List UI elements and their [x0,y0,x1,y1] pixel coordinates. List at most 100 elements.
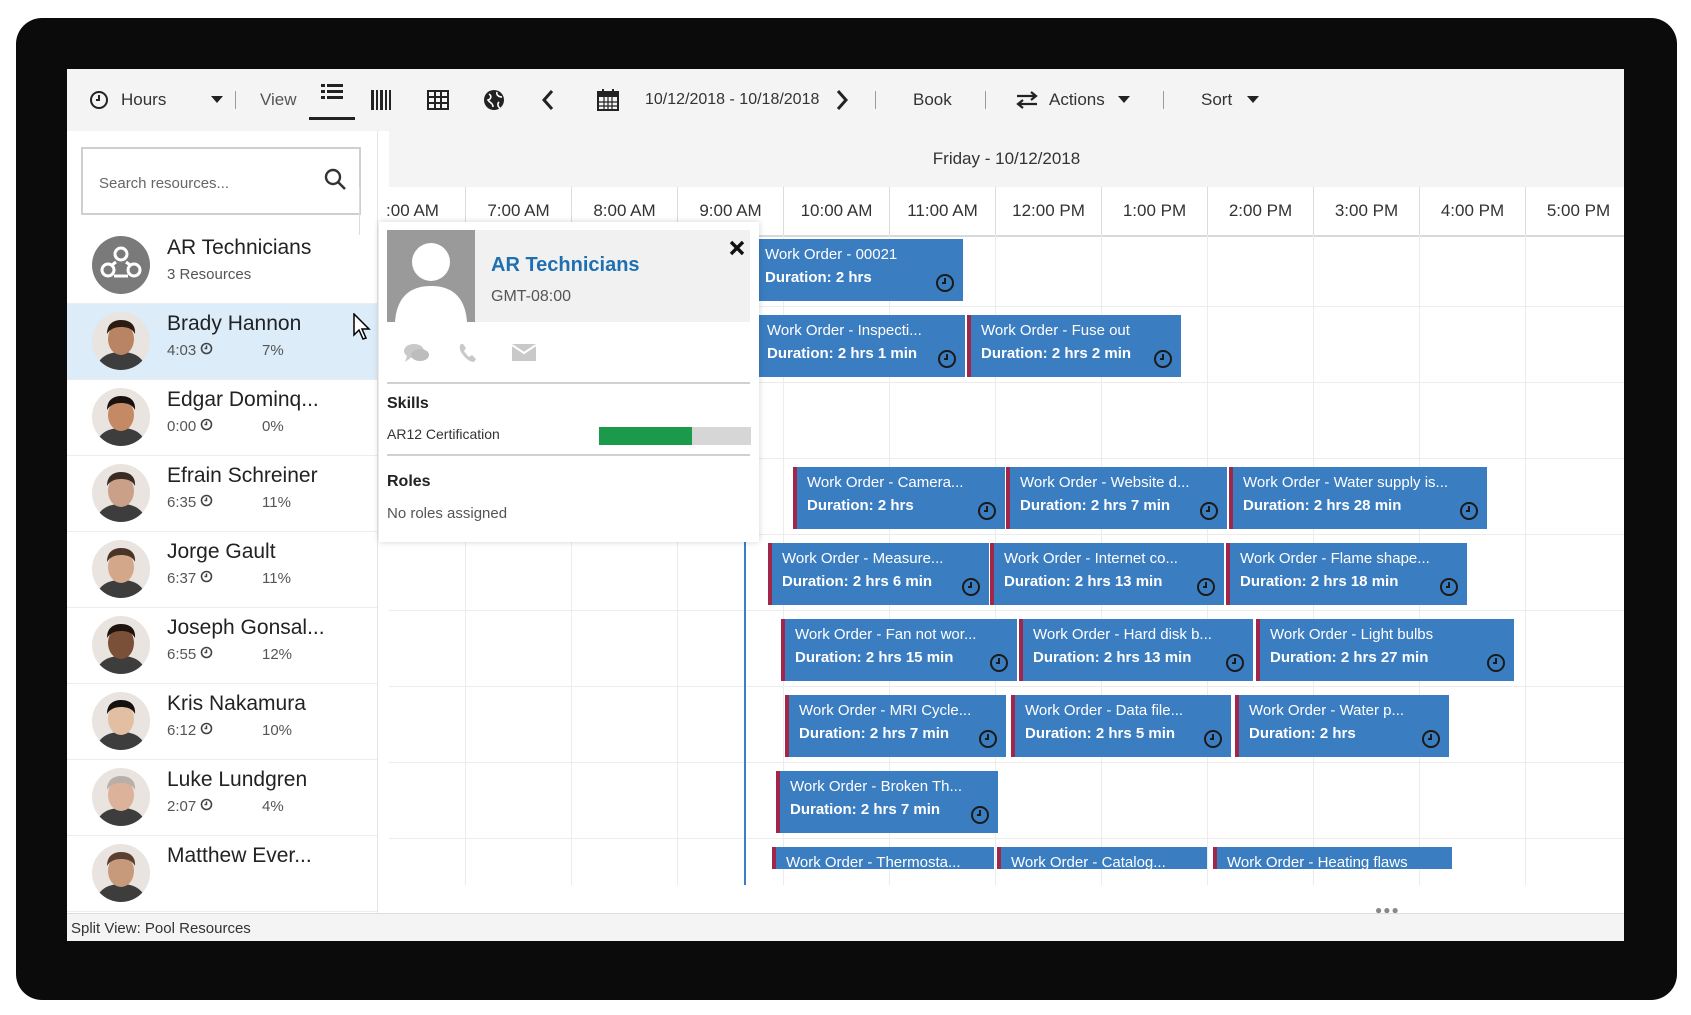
booking-block[interactable]: Work Order - Data file... Duration: 2 hrs… [1011,695,1231,757]
booking-title: Work Order - Data file... [1025,702,1184,719]
clock-icon [200,646,213,659]
booking-block[interactable]: Work Order - Water supply is... Duration:… [1229,467,1487,529]
booking-block[interactable]: Work Order - Water p... Duration: 2 hrs [1235,695,1449,757]
booking-title: Work Order - Flame shape... [1240,550,1430,567]
toolbar-separator [985,91,986,109]
hour-gridline [1525,235,1526,885]
status-text: Split View: Pool Resources [71,920,251,937]
skill-level-bar [599,427,751,445]
table-icon [427,90,449,110]
book-button[interactable]: Book [913,69,952,131]
booking-title: Work Order - Catalog... [1011,854,1166,869]
clock-icon [200,570,213,583]
booking-block[interactable]: Work Order - Fuse out Duration: 2 hrs 2 m… [967,315,1181,377]
resource-name: Brady Hannon [167,312,302,335]
resource-row[interactable]: Edgar Dominq... 0:00 0% [67,380,377,456]
chevron-right-icon [836,90,849,110]
booking-duration: Duration: 2 hrs [807,497,914,514]
search-icon[interactable] [323,167,347,191]
booking-block[interactable]: Work Order - 00021 Duration: 2 hrs [751,239,963,301]
booking-duration: Duration: 2 hrs 27 min [1270,649,1429,666]
current-time-line [744,521,746,885]
resource-row[interactable]: Matthew Ever... [67,836,377,912]
card-resource-name[interactable]: AR Technicians [491,254,640,277]
clock-icon [200,798,213,811]
mouse-cursor-icon [353,313,371,340]
resource-hours: 6:35 [167,494,213,511]
clock-icon [1197,578,1215,596]
card-timezone: GMT-08:00 [491,288,572,305]
booking-title: Work Order - MRI Cycle... [799,702,972,719]
hour-column-header: 12:00 PM [995,187,1101,235]
schedule-board-window: Hours View 10/12/2018 - 10/18/2018 Book [67,69,1624,941]
phone-icon[interactable] [457,342,479,364]
person-photo-icon [96,700,146,750]
next-range-button[interactable] [835,69,849,131]
roles-heading: Roles [387,473,431,490]
resource-name: AR Technicians [167,236,312,259]
roles-text: No roles assigned [387,505,508,522]
resource-row[interactable]: Brady Hannon 4:03 7% [67,304,377,380]
resource-name: Matthew Ever... [167,844,312,867]
booking-block[interactable]: Work Order - Heating flaws [1213,847,1452,869]
map-view-button[interactable] [483,69,505,131]
close-icon[interactable] [729,240,745,256]
booking-block[interactable]: Work Order - Light bulbs Duration: 2 hrs … [1256,619,1514,681]
resource-row[interactable]: Kris Nakamura 6:12 10% [67,684,377,760]
chat-icon[interactable] [403,342,431,364]
skills-heading: Skills [387,395,429,412]
clock-icon [936,274,954,292]
sort-dropdown[interactable]: Sort [1201,69,1260,131]
resource-name: Luke Lundgren [167,768,308,791]
email-icon[interactable] [511,342,537,362]
booking-block[interactable]: Work Order - MRI Cycle... Duration: 2 hrs… [785,695,1006,757]
resource-hours: 0:00 [167,418,213,435]
booking-block[interactable]: Work Order - Measure... Duration: 2 hrs 6… [768,543,989,605]
resource-row[interactable]: Joseph Gonsal... 6:55 12% [67,608,377,684]
resource-hours: 6:55 [167,646,213,663]
resource-hours: 2:07 [167,798,213,815]
booking-block[interactable]: Work Order - Fan not wor... Duration: 2 h… [781,619,1017,681]
booking-block[interactable]: Work Order - Catalog... [997,847,1207,869]
clock-icon [962,578,980,596]
booking-title: Work Order - Measure... [782,550,944,567]
hour-column-header: 11:00 AM [889,187,995,235]
actions-dropdown[interactable]: Actions [1015,69,1131,131]
hours-dropdown[interactable]: Hours [89,69,224,131]
booking-block[interactable]: Work Order - Hard disk b... Duration: 2 h… [1019,619,1253,681]
resource-hours: 6:37 [167,570,213,587]
booking-block[interactable]: Work Order - Flame shape... Duration: 2 h… [1226,543,1467,605]
resource-row[interactable]: Efrain Schreiner 6:35 11% [67,456,377,532]
person-photo-icon [96,624,146,674]
booking-title: Work Order - Website d... [1020,474,1190,491]
search-input[interactable] [97,167,311,199]
person-photo-icon [96,320,146,370]
skill-level-fill [599,427,692,445]
toolbar: Hours View 10/12/2018 - 10/18/2018 Book [67,69,1624,131]
booking-duration: Duration: 2 hrs 18 min [1240,573,1399,590]
resource-name: Kris Nakamura [167,692,306,715]
resource-row[interactable]: Jorge Gault 6:37 11% [67,532,377,608]
booking-title: Work Order - Light bulbs [1270,626,1434,643]
card-header: AR Technicians GMT-08:00 [387,230,750,322]
resource-row[interactable]: AR Technicians 3 Resources [67,228,377,304]
hours-label: Hours [121,90,167,109]
booking-block[interactable]: Work Order - Website d... Duration: 2 hrs… [1006,467,1227,529]
booking-block[interactable]: Work Order - Inspecti... Duration: 2 hrs … [753,315,965,377]
booking-block[interactable]: Work Order - Broken Th... Duration: 2 hrs… [776,771,998,833]
clock-icon [1226,654,1244,672]
grid-view-button[interactable] [427,69,449,131]
booking-block[interactable]: Work Order - Thermosta... [772,847,994,869]
vertical-view-button[interactable] [370,69,392,131]
booking-duration: Duration: 2 hrs [765,269,872,286]
list-view-button[interactable] [309,69,355,120]
avatar [92,616,150,674]
booking-block[interactable]: Work Order - Internet co... Duration: 2 h… [990,543,1224,605]
globe-icon [484,90,504,110]
date-picker-button[interactable] [597,69,619,131]
clock-icon [200,494,213,507]
resource-row[interactable]: Luke Lundgren 2:07 4% [67,760,377,836]
booking-block[interactable]: Work Order - Camera... Duration: 2 hrs [793,467,1005,529]
previous-range-button[interactable] [541,69,555,131]
resource-utilization: 11% [262,570,291,587]
